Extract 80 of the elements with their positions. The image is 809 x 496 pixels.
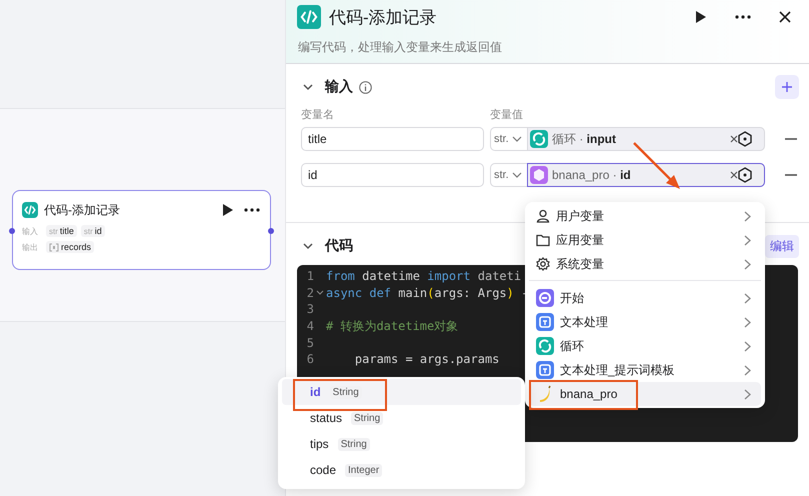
menu-item[interactable]: 文本处理_提示词模板	[529, 358, 761, 382]
chevron-right-icon	[744, 340, 751, 352]
line-number: 4	[306, 319, 314, 334]
chevron-right-icon	[744, 210, 751, 222]
panel-title: 代码-添加记录	[329, 6, 438, 28]
chevron-right-icon	[744, 316, 751, 328]
edit-button[interactable]: 编辑	[765, 234, 799, 258]
menu-item[interactable]: 系统变量	[529, 252, 761, 276]
line-number: 6	[306, 352, 314, 366]
play-icon	[222, 203, 234, 217]
code-text: from datetime import dateti	[326, 269, 522, 284]
name-field[interactable]: title	[301, 127, 484, 151]
section-title: 代码	[325, 237, 353, 255]
node-title: 代码-添加记录	[44, 202, 121, 218]
menu-item[interactable]: code Integer	[282, 457, 521, 483]
output-port	[268, 228, 274, 234]
type-tag: String	[338, 438, 370, 450]
play-icon	[695, 10, 707, 24]
close-icon	[779, 11, 791, 23]
minus-icon	[785, 174, 797, 176]
line-number: 2	[306, 286, 314, 300]
type-tag: String	[351, 412, 384, 424]
annotation-arrow	[633, 142, 680, 189]
code-icon	[22, 202, 38, 218]
clear-icon	[730, 171, 738, 179]
chevron-right-icon	[744, 292, 751, 304]
input-label: 输入	[22, 226, 39, 236]
clear-icon	[730, 135, 738, 143]
variable-name: id	[94, 226, 102, 236]
more-icon	[244, 208, 260, 212]
chevron-right-icon	[744, 364, 751, 376]
menu-item[interactable]: 文本处理	[529, 310, 761, 334]
hexagon-icon	[737, 131, 753, 147]
chevron-down-icon	[512, 172, 522, 178]
chevron-right-icon	[744, 234, 751, 246]
user-icon	[536, 209, 550, 223]
menu-item[interactable]: status String	[282, 405, 521, 431]
value-field[interactable]: 循环 · input	[527, 127, 765, 151]
column-header: 变量值	[490, 108, 523, 121]
code-icon	[297, 5, 321, 29]
type-tag: Integer	[345, 464, 382, 476]
minus-icon	[785, 138, 797, 140]
add-button[interactable]	[775, 75, 799, 99]
menu-item[interactable]: tips String	[282, 431, 521, 457]
code-text: params = args.params	[354, 352, 500, 366]
menu-item[interactable]: 用户变量	[529, 204, 761, 228]
menu-item[interactable]: 应用变量	[529, 228, 761, 252]
type-label: str	[84, 226, 93, 236]
type-label: str	[49, 226, 58, 236]
variable-reference: bnana_pro · id	[552, 168, 632, 182]
chevron-right-icon	[744, 258, 751, 270]
chevron-down-icon	[512, 136, 522, 142]
more-icon	[735, 15, 751, 19]
output-label: 输出	[22, 242, 39, 252]
menu-item[interactable]: 开始	[529, 286, 761, 310]
menu-item[interactable]: id String	[282, 379, 521, 405]
hexagon-icon	[737, 167, 753, 183]
variable-name: title	[60, 226, 74, 236]
menu-item[interactable]: bnana_pro	[529, 382, 761, 406]
variable-reference: 循环 · input	[552, 130, 617, 148]
array-icon	[49, 242, 59, 252]
line-number: 3	[306, 302, 314, 316]
column-header: 变量名	[301, 108, 335, 121]
info-icon	[359, 80, 372, 94]
folder-icon	[536, 233, 550, 247]
name-field[interactable]: id	[301, 163, 484, 187]
variable-picker-button[interactable]	[736, 130, 754, 148]
value-field[interactable]: bnana_pro · id	[527, 163, 765, 187]
code-text: # 转换为datetime对象	[326, 318, 458, 335]
plus-icon	[782, 82, 792, 92]
settings-icon	[536, 257, 550, 271]
menu-item[interactable]: 循环	[529, 334, 761, 358]
node-card[interactable]: 代码-添加记录 输入 str title str id 输出 records	[12, 190, 271, 270]
chevron-right-icon	[744, 388, 751, 400]
variable-picker-button[interactable]	[736, 166, 754, 184]
variable-name: records	[61, 242, 92, 252]
panel-description: 编写代码，处理输入变量来生成返回值	[297, 39, 503, 56]
line-number: 1	[306, 269, 314, 284]
line-number: 5	[306, 336, 314, 350]
section-title: 输入	[325, 78, 353, 96]
